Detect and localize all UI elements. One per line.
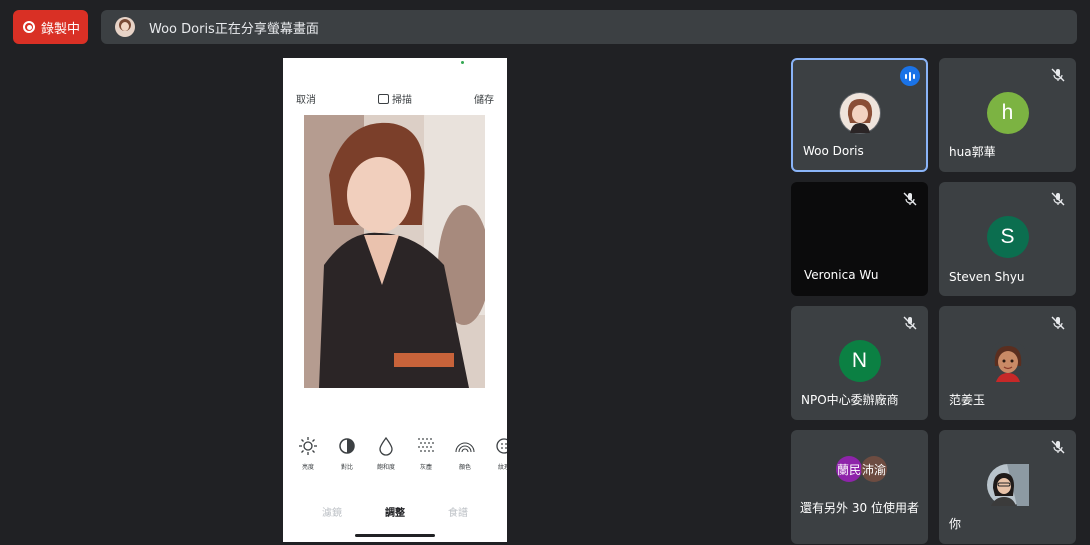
record-icon bbox=[23, 21, 35, 33]
participant-name: NPO中心委辦廠商 bbox=[801, 393, 899, 407]
participant-tile-hua[interactable]: h hua郭華 bbox=[939, 58, 1076, 172]
participant-tile-npo[interactable]: N NPO中心委辦廠商 bbox=[791, 306, 928, 420]
tool-contrast[interactable]: 對比 bbox=[332, 436, 362, 471]
scan-button[interactable]: 掃描 bbox=[378, 91, 412, 106]
adjust-tools: 亮度 對比 飽和度 灰塵 顏色 紋理 bbox=[283, 436, 507, 476]
tab-adjust[interactable]: 調整 bbox=[385, 504, 405, 519]
avatar: h bbox=[986, 92, 1029, 134]
tool-label: 飽和度 bbox=[376, 465, 395, 471]
mic-off-icon bbox=[1051, 440, 1065, 454]
tool-label: 亮度 bbox=[301, 465, 314, 471]
recording-button[interactable]: 錄製中 bbox=[13, 10, 88, 44]
avatar bbox=[986, 464, 1029, 506]
participant-name: Woo Doris bbox=[803, 144, 864, 158]
presenter-avatar bbox=[115, 17, 135, 37]
mic-off-icon bbox=[1051, 68, 1065, 82]
color-icon bbox=[455, 442, 475, 453]
scan-label: 掃描 bbox=[392, 95, 412, 106]
tool-saturation[interactable]: 飽和度 bbox=[371, 436, 401, 471]
mic-off-icon bbox=[1051, 316, 1065, 330]
more-participants-tile[interactable]: 蘭民 沛渝 還有另外 30 位使用者 bbox=[791, 430, 928, 544]
participant-tile-steven[interactable]: S Steven Shyu bbox=[939, 182, 1076, 296]
mic-off-icon bbox=[903, 316, 917, 330]
contrast-icon bbox=[339, 438, 355, 454]
texture-icon bbox=[496, 438, 507, 454]
tool-texture[interactable]: 紋理 bbox=[489, 436, 507, 471]
tool-brightness[interactable]: 亮度 bbox=[293, 436, 323, 471]
dust-icon bbox=[418, 438, 434, 452]
scan-icon bbox=[378, 93, 389, 104]
more-participants-text: 還有另外 30 位使用者 bbox=[800, 501, 919, 515]
participant-name: Steven Shyu bbox=[949, 270, 1025, 284]
avatar bbox=[838, 92, 881, 134]
tab-recipe[interactable]: 食譜 bbox=[448, 504, 468, 519]
participant-name: hua郭華 bbox=[949, 145, 996, 159]
tool-label: 顏色 bbox=[458, 465, 471, 471]
edited-photo bbox=[304, 115, 485, 388]
shared-screen: 取消 掃描 儲存 亮度 對比 飽和度 灰塵 顏色 紋理 濾鏡 調整 食譜 bbox=[283, 58, 507, 542]
home-indicator bbox=[355, 534, 435, 537]
mic-off-icon bbox=[1051, 192, 1065, 206]
cancel-button[interactable]: 取消 bbox=[296, 91, 316, 106]
participant-name: 你 bbox=[949, 517, 962, 531]
tab-filter[interactable]: 濾鏡 bbox=[322, 504, 342, 519]
mic-off-icon bbox=[903, 192, 917, 206]
avatar: S bbox=[986, 216, 1029, 258]
participant-name: 范姜玉 bbox=[949, 393, 986, 407]
screen-share-banner: Woo Doris正在分享螢幕畫面 bbox=[101, 10, 1077, 44]
participant-tile-veronica[interactable]: Veronica Wu bbox=[791, 182, 928, 296]
participant-name: Veronica Wu bbox=[804, 268, 879, 282]
saturation-icon bbox=[379, 436, 393, 456]
tool-label: 紋理 bbox=[497, 465, 507, 471]
save-button[interactable]: 儲存 bbox=[474, 91, 494, 106]
participant-tile-woo-doris[interactable]: Woo Doris bbox=[791, 58, 928, 172]
tool-color[interactable]: 顏色 bbox=[450, 436, 480, 471]
avatar bbox=[986, 340, 1029, 382]
avatar: 沛渝 bbox=[861, 456, 887, 482]
tool-label: 對比 bbox=[340, 465, 353, 471]
avatar: N bbox=[838, 340, 881, 382]
speaking-indicator-icon bbox=[900, 66, 920, 86]
avatar: 蘭民 bbox=[836, 456, 862, 482]
screen-share-text: Woo Doris正在分享螢幕畫面 bbox=[149, 21, 319, 37]
participant-tile-fan[interactable]: 范姜玉 bbox=[939, 306, 1076, 420]
camera-indicator-icon bbox=[461, 61, 464, 64]
tool-dust[interactable]: 灰塵 bbox=[411, 436, 441, 471]
recording-label: 錄製中 bbox=[41, 21, 81, 37]
brightness-icon bbox=[299, 437, 317, 455]
tool-label: 灰塵 bbox=[419, 465, 432, 471]
participant-tile-self[interactable]: 你 bbox=[939, 430, 1076, 544]
